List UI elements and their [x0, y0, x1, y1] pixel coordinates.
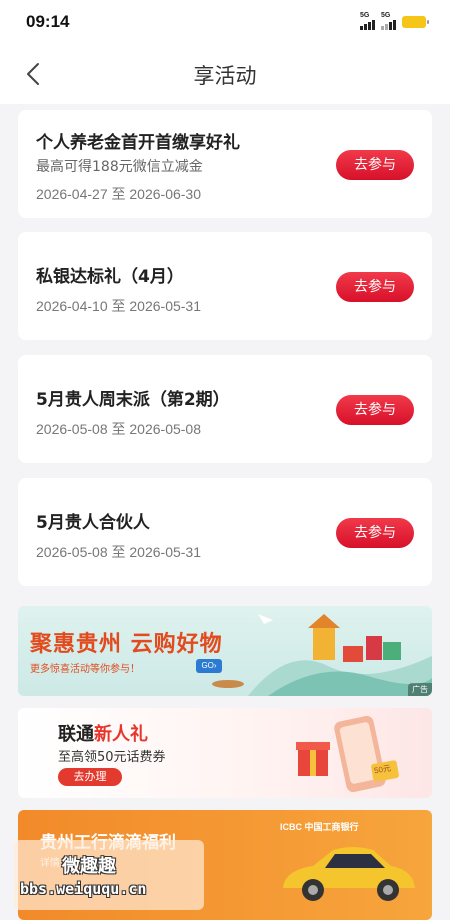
join-button[interactable]: 去参与: [336, 518, 414, 548]
banner-title: 联通新人礼: [58, 724, 148, 745]
battery-icon: [402, 16, 429, 28]
activity-title: 个人养老金首开首缴享好礼: [36, 133, 240, 153]
promo-banner-unicom[interactable]: 联通新人礼 至高领50元话费券 去办理 50元: [18, 708, 432, 798]
banner-headline: 聚惠贵州 云购好物: [30, 632, 223, 657]
ad-label: 广告: [408, 683, 432, 696]
watermark: 微趣趣 bbs.weiququ.cn: [14, 840, 204, 910]
status-icons: 5G 5G: [360, 12, 429, 30]
activity-date: 2026-04-27 至 2026-06-30: [36, 186, 202, 202]
activity-card[interactable]: 私银达标礼（4月） 2026-04-10 至 2026-05-31 去参与: [18, 232, 432, 340]
activity-card[interactable]: 个人养老金首开首缴享好礼 最高可得188元微信立减金 2026-04-27 至 …: [18, 110, 432, 218]
activity-date: 2026-04-10 至 2026-05-31: [36, 298, 202, 314]
activity-title: 私银达标礼（4月）: [36, 267, 184, 287]
activity-subtitle: 最高可得188元微信立减金: [36, 159, 203, 175]
status-time: 09:14: [26, 12, 70, 31]
car-illustration: [283, 847, 415, 901]
signal-icon-2: 5G: [381, 12, 396, 30]
activity-card[interactable]: 5月贵人周末派（第2期） 2026-05-08 至 2026-05-08 去参与: [18, 355, 432, 463]
phone-gift-illustration: [296, 715, 399, 793]
watermark-text: 微趣趣: [62, 856, 116, 877]
join-button[interactable]: 去参与: [336, 150, 414, 180]
join-button[interactable]: 去参与: [336, 395, 414, 425]
nav-bar: 享活动: [0, 44, 450, 104]
activity-date: 2026-05-08 至 2026-05-08: [36, 421, 202, 437]
promo-banner-guizhou[interactable]: 聚惠贵州 云购好物 更多惊喜活动等你参与！ GO› 广告: [18, 606, 432, 696]
icbc-logo: ICBC 中国工商银行: [280, 822, 359, 832]
watermark-url: bbs.weiququ.cn: [20, 880, 147, 898]
activity-title: 5月贵人周末派（第2期）: [36, 390, 230, 410]
apply-button[interactable]: 去办理: [58, 768, 122, 786]
go-button[interactable]: GO›: [196, 659, 222, 673]
banner-subtext: 更多惊喜活动等你参与！: [30, 664, 140, 675]
signal-icon: 5G: [360, 12, 375, 30]
status-bar: 09:14 5G 5G: [0, 0, 450, 44]
banner-subtext: 至高领50元话费券: [58, 750, 166, 765]
activity-title: 5月贵人合伙人: [36, 513, 150, 533]
activity-date: 2026-05-08 至 2026-05-31: [36, 544, 202, 560]
activity-card[interactable]: 5月贵人合伙人 2026-05-08 至 2026-05-31 去参与: [18, 478, 432, 586]
join-button[interactable]: 去参与: [336, 272, 414, 302]
page-title: 享活动: [193, 64, 257, 88]
